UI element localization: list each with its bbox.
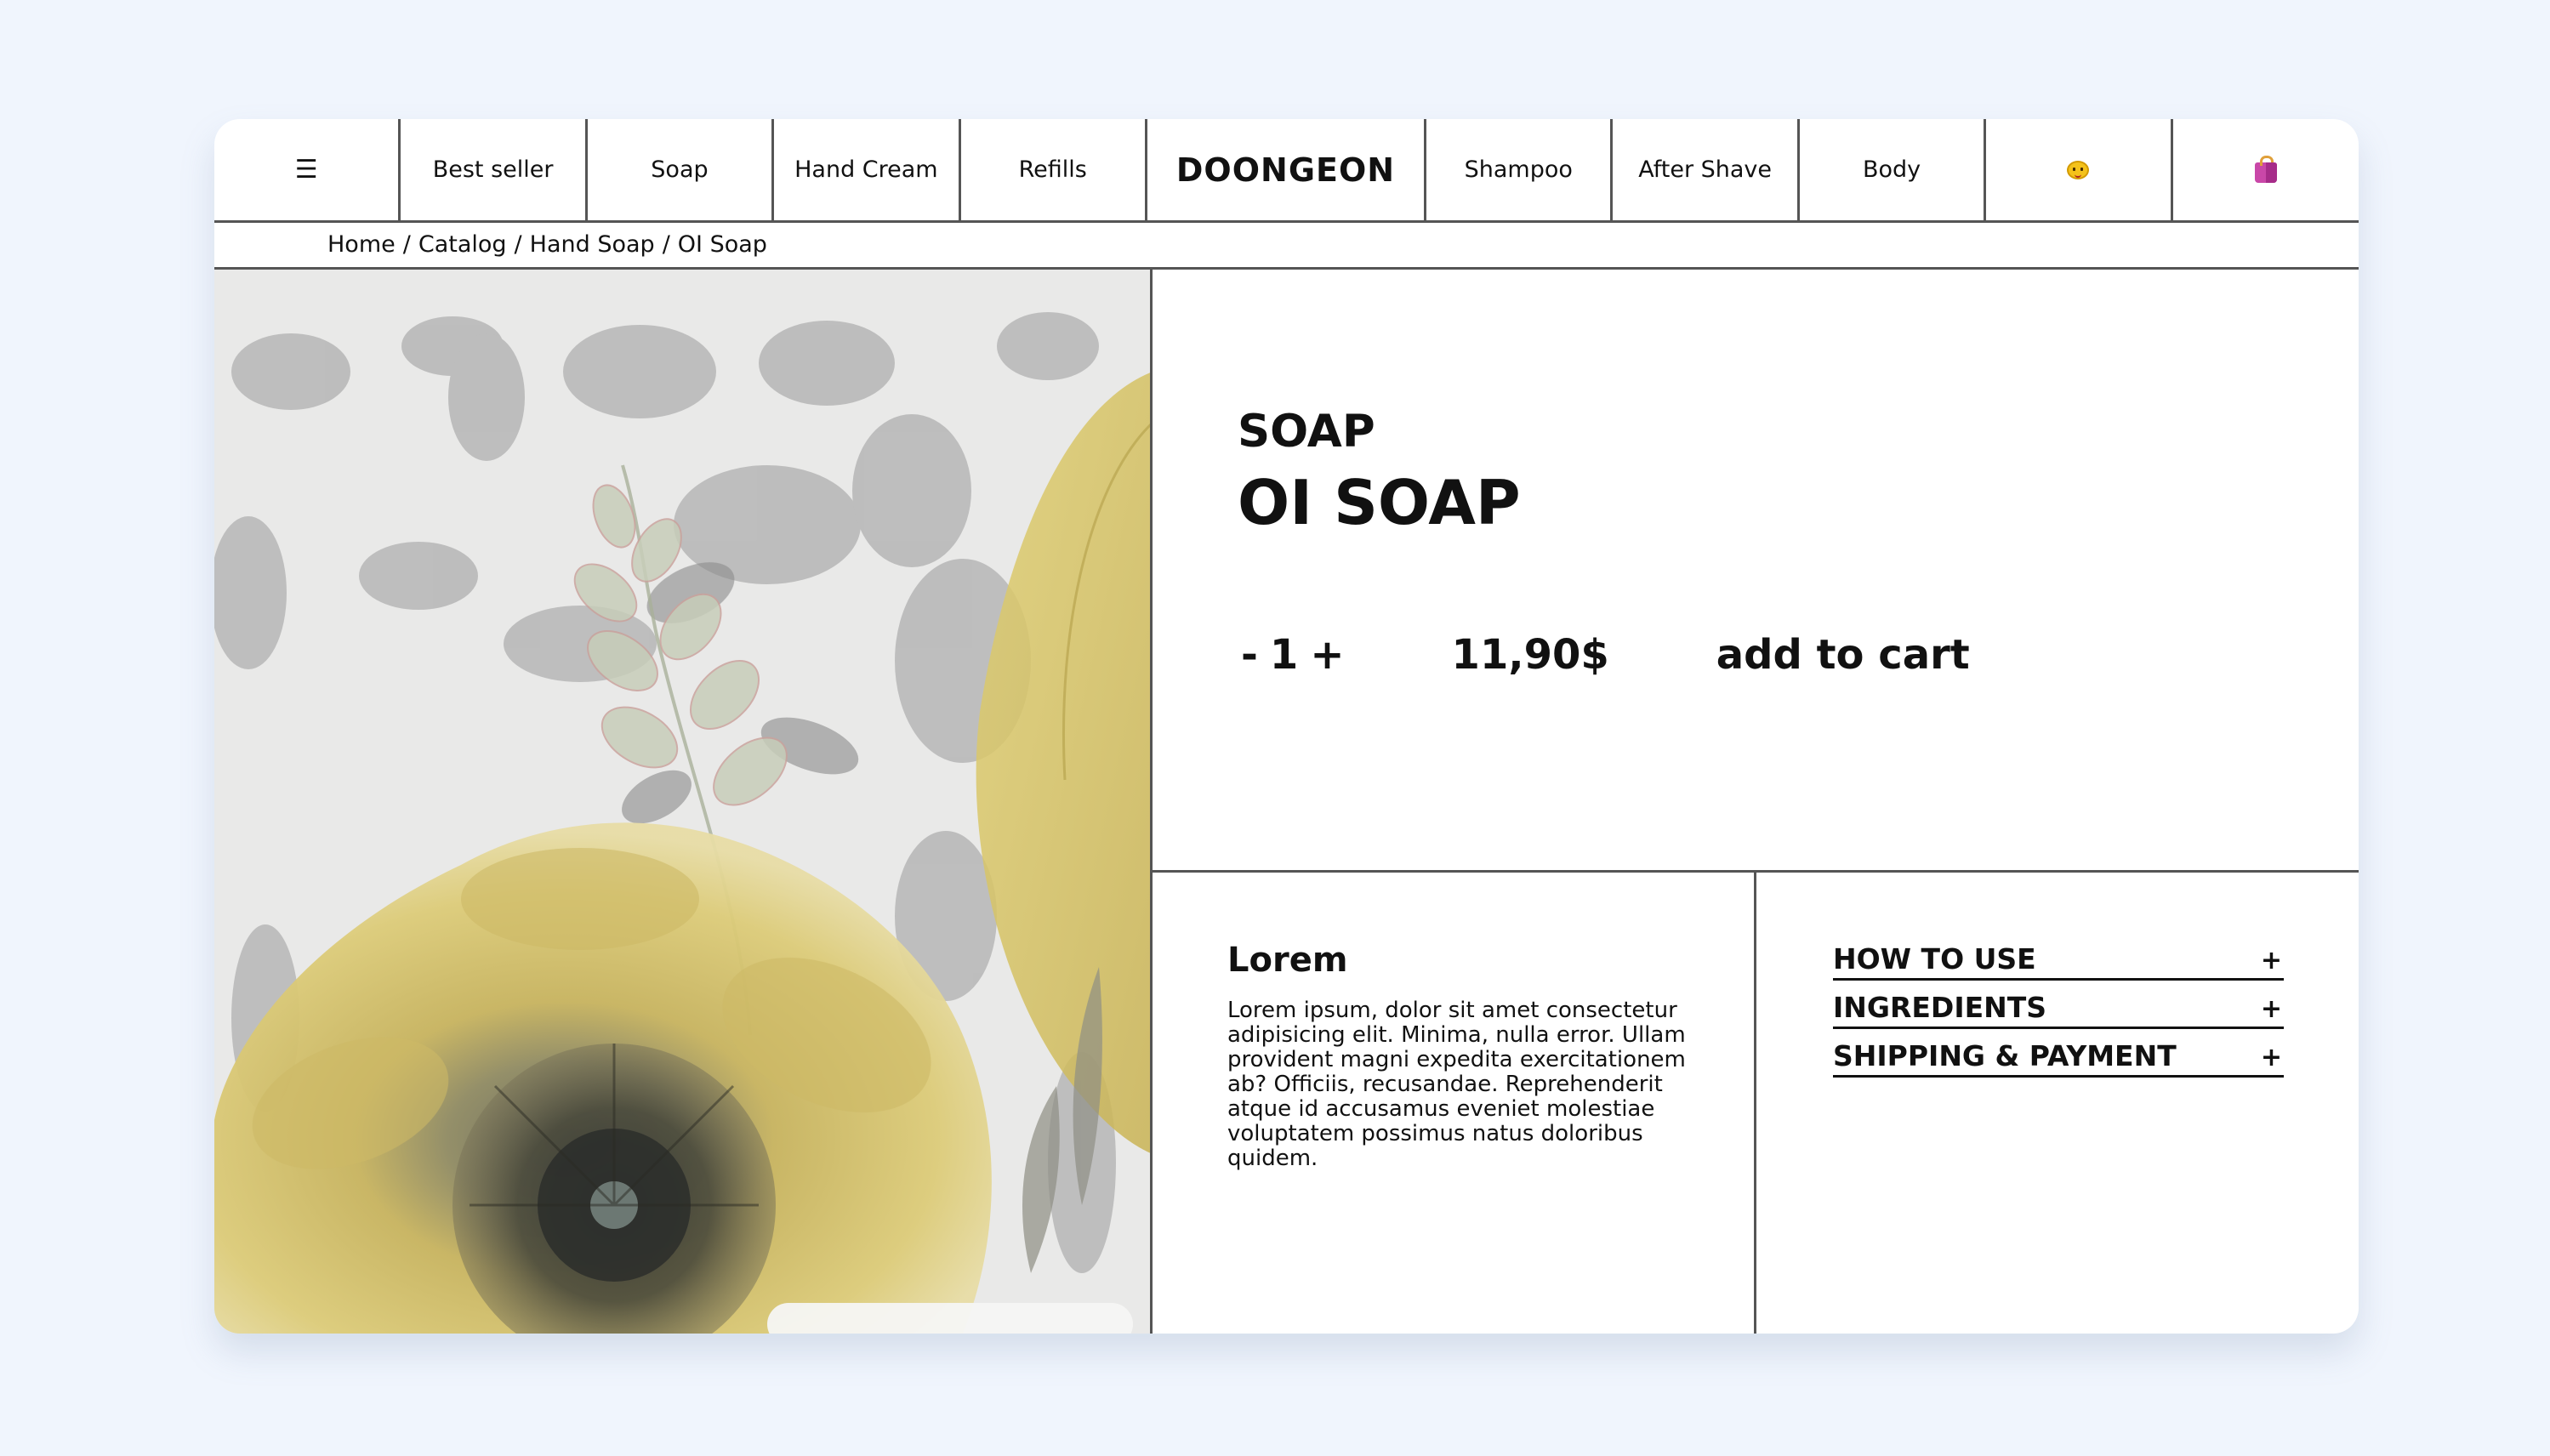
product-description: Lorem Lorem ipsum, dolor sit amet consec… <box>1153 873 1756 1334</box>
account-button[interactable] <box>1986 119 2173 220</box>
breadcrumb-current: OI Soap <box>677 231 767 258</box>
breadcrumb-catalog[interactable]: Catalog <box>418 231 507 258</box>
plus-icon: + <box>2260 1043 2282 1072</box>
brand-logo[interactable]: DOONGEON <box>1147 119 1427 220</box>
product-title: OI SOAP <box>1238 467 1521 538</box>
product-page-card: ☰ Best seller Soap Hand Cream Refills DO… <box>214 119 2359 1334</box>
increase-quantity-button[interactable]: + <box>1306 631 1347 679</box>
nav-link-shampoo[interactable]: Shampoo <box>1426 119 1614 220</box>
accordion-how-to-use[interactable]: HOW TO USE + <box>1833 942 2284 981</box>
quantity-stepper: - 1 + <box>1238 631 1348 679</box>
smiling-face-icon <box>2067 160 2090 179</box>
hamburger-menu-icon: ☰ <box>294 155 318 185</box>
breadcrumb-separator: / <box>514 231 522 258</box>
cart-button[interactable] <box>2173 119 2359 220</box>
description-text: Lorem ipsum, dolor sit amet consectetur … <box>1227 998 1686 1171</box>
nav-link-refills[interactable]: Refills <box>961 119 1147 220</box>
info-accordion: HOW TO USE + INGREDIENTS + SHIPPING & PA… <box>1756 873 2359 1334</box>
watercolor-flower-illustration <box>214 270 1150 1334</box>
accordion-shipping-payment[interactable]: SHIPPING & PAYMENT + <box>1833 1039 2284 1078</box>
breadcrumb-home[interactable]: Home <box>327 231 396 258</box>
product-info: SOAP OI SOAP - 1 + 11,90$ add to cart <box>1153 270 2359 873</box>
breadcrumb: Home / Catalog / Hand Soap / OI Soap <box>214 223 2359 270</box>
quantity-value: 1 <box>1269 631 1299 679</box>
accordion-ingredients[interactable]: INGREDIENTS + <box>1833 991 2284 1029</box>
accordion-label: SHIPPING & PAYMENT <box>1833 1039 2177 1072</box>
nav-link-after-shave[interactable]: After Shave <box>1613 119 1800 220</box>
breadcrumb-separator: / <box>662 231 670 258</box>
breadcrumb-hand-soap[interactable]: Hand Soap <box>530 231 655 258</box>
top-navigation: ☰ Best seller Soap Hand Cream Refills DO… <box>214 119 2359 223</box>
product-category: SOAP <box>1238 406 1375 458</box>
breadcrumb-separator: / <box>402 231 411 258</box>
product-image <box>214 270 1153 1334</box>
accordion-label: INGREDIENTS <box>1833 991 2047 1024</box>
purchase-row: - 1 + 11,90$ add to cart <box>1238 631 1970 679</box>
decrease-quantity-button[interactable]: - <box>1238 631 1261 679</box>
menu-button[interactable]: ☰ <box>214 119 401 220</box>
plus-icon: + <box>2260 994 2282 1024</box>
plus-icon: + <box>2260 946 2282 975</box>
nav-link-soap[interactable]: Soap <box>588 119 775 220</box>
product-price: 11,90$ <box>1451 631 1609 679</box>
nav-link-body[interactable]: Body <box>1800 119 1987 220</box>
shopping-bag-icon <box>2254 155 2277 183</box>
accordion-label: HOW TO USE <box>1833 942 2036 975</box>
add-to-cart-button[interactable]: add to cart <box>1716 631 1970 679</box>
nav-link-best-seller[interactable]: Best seller <box>401 119 588 220</box>
nav-link-hand-cream[interactable]: Hand Cream <box>774 119 961 220</box>
description-title: Lorem <box>1227 941 1348 980</box>
